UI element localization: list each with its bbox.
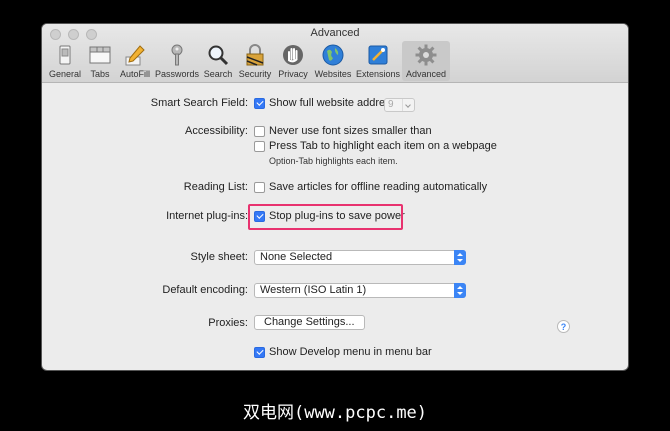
help-button[interactable]: ? (557, 320, 570, 333)
chevron-down-icon (402, 99, 414, 111)
chevron-updown-icon (454, 250, 466, 265)
proxies-label: Proxies: (208, 317, 248, 329)
tab-tabs[interactable]: Tabs (84, 41, 116, 81)
tab-websites[interactable]: Websites (312, 41, 354, 81)
show-full-address-checkbox[interactable] (254, 97, 265, 109)
develop-menu-option[interactable]: Show Develop menu in menu bar (254, 346, 432, 358)
offline-reading-checkbox[interactable] (254, 181, 265, 193)
tab-autofill[interactable]: AutoFill (116, 41, 154, 81)
tab-highlight-checkbox[interactable] (254, 140, 265, 152)
option-tab-note: Option-Tab highlights each item. (269, 156, 398, 166)
encoding-select[interactable]: Western (ISO Latin 1) (254, 283, 466, 298)
preferences-window: Advanced General Tabs AutoFill Passwords… (42, 24, 628, 370)
tabs-icon (89, 46, 111, 64)
chevron-updown-icon (454, 283, 466, 298)
globe-icon (322, 44, 344, 66)
tab-general[interactable]: General (46, 41, 84, 81)
window-title: Advanced (310, 27, 360, 39)
style-sheet-select[interactable]: None Selected (254, 250, 466, 265)
pencil-icon (125, 45, 145, 66)
tab-highlight-option[interactable]: Press Tab to highlight each item on a we… (254, 140, 497, 152)
offline-reading-option[interactable]: Save articles for offline reading automa… (254, 181, 487, 193)
titlebar: Advanced General Tabs AutoFill Passwords… (42, 24, 628, 83)
change-settings-button[interactable]: Change Settings... (254, 315, 365, 330)
preferences-toolbar: General Tabs AutoFill Passwords Search S… (46, 41, 450, 81)
hand-icon (283, 45, 303, 65)
watermark-text: 双电网(www.pcpc.me) (242, 403, 428, 423)
min-font-size-checkbox[interactable] (254, 125, 265, 137)
switch-icon (59, 45, 71, 65)
gear-icon (415, 44, 437, 66)
tab-search[interactable]: Search (200, 41, 236, 81)
tab-security[interactable]: Security (236, 41, 274, 81)
tab-extensions[interactable]: Extensions (354, 41, 402, 81)
padlock-icon (246, 44, 264, 66)
puzzle-icon (368, 45, 388, 65)
magnifier-icon (208, 45, 229, 66)
accessibility-label: Accessibility: (185, 125, 248, 137)
tab-passwords[interactable]: Passwords (154, 41, 200, 81)
annotation-highlight-box (248, 204, 403, 230)
tab-advanced[interactable]: Advanced (402, 41, 450, 81)
encoding-label: Default encoding: (162, 284, 248, 296)
font-size-select[interactable]: 9 (384, 98, 415, 112)
show-full-address-option[interactable]: Show full website address (254, 97, 396, 109)
min-font-size-option[interactable]: Never use font sizes smaller than (254, 125, 432, 137)
style-sheet-label: Style sheet: (190, 251, 248, 263)
smart-search-label: Smart Search Field: (150, 97, 248, 109)
key-icon (171, 44, 183, 66)
plugins-label: Internet plug-ins: (166, 210, 248, 222)
tab-privacy[interactable]: Privacy (274, 41, 312, 81)
reading-list-label: Reading List: (183, 181, 248, 193)
develop-menu-checkbox[interactable] (254, 346, 265, 358)
